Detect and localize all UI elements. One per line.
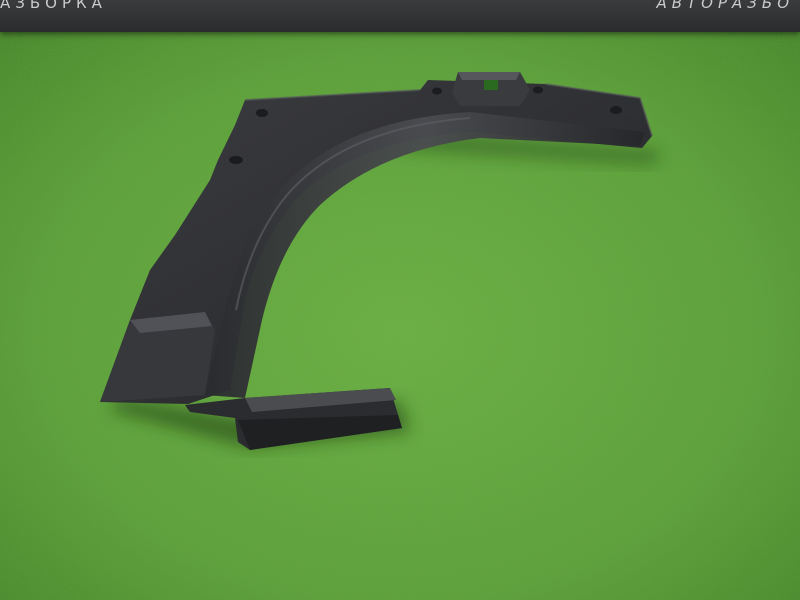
mount-hole bbox=[256, 109, 268, 117]
product-photo: АЗБОРКА АВТОРАЗБО bbox=[0, 0, 800, 600]
watermark-text-left: АЗБОРКА bbox=[0, 0, 107, 12]
watermark-banner: АЗБОРКА АВТОРАЗБО bbox=[0, 0, 800, 32]
mount-hole bbox=[610, 106, 622, 114]
watermark-text-right: АВТОРАЗБО bbox=[656, 0, 794, 12]
mount-hole bbox=[533, 86, 543, 94]
grass-texture bbox=[0, 0, 800, 600]
mount-hole bbox=[432, 87, 442, 95]
photo-scene bbox=[0, 0, 800, 600]
mount-hole bbox=[229, 156, 243, 164]
